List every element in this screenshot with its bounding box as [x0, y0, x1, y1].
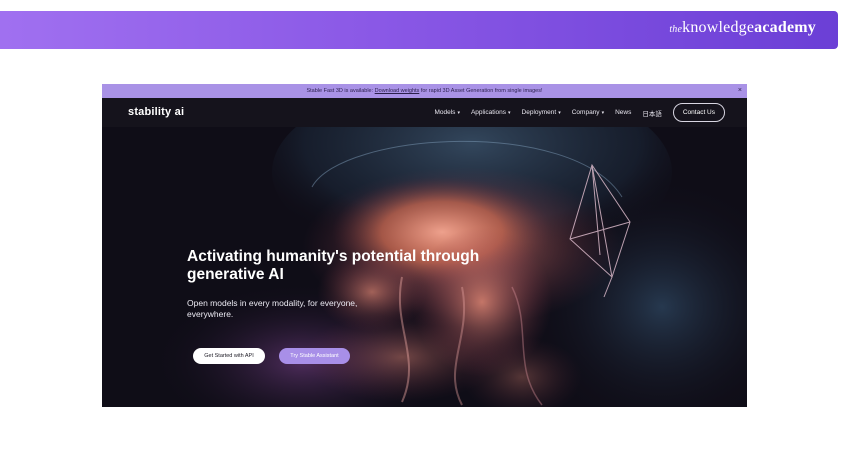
hero-subhead: Open models in every modality, for every… [187, 298, 358, 319]
try-stable-assistant-button[interactable]: Try Stable Assistant [279, 348, 350, 364]
brand-logo: theknowledgeacademy [669, 19, 816, 37]
nav-item-label: Applications [470, 109, 507, 116]
announcement-text: Stable Fast 3D is available: [306, 88, 375, 94]
brand-word-academy: academy [754, 19, 816, 36]
brand-prefix: the [669, 24, 683, 35]
nav-item-label: Company [571, 109, 600, 116]
nav-item-label: Models [434, 109, 456, 116]
chevron-down-icon: ▾ [457, 110, 460, 116]
site-logo[interactable]: stability ai [128, 106, 184, 118]
announcement-text-2: for rapid 3D Asset Generation from singl… [419, 88, 543, 94]
nav-item-news[interactable]: News [615, 109, 631, 116]
nav-menu: Models ▾ Applications ▾ Deployment ▾ Compan… [434, 98, 725, 127]
nav-item-deployment[interactable]: Deployment ▾ [522, 109, 561, 116]
announcement-link[interactable]: Download weights [375, 88, 420, 94]
close-icon[interactable]: × [738, 84, 742, 98]
chevron-down-icon: ▾ [508, 110, 511, 116]
website-screenshot: Stable Fast 3D is available: Download we… [102, 84, 747, 407]
brand-word-knowledge: knowledge [682, 19, 755, 36]
announcement-bar: Stable Fast 3D is available: Download we… [102, 84, 747, 98]
chevron-down-icon: ▾ [601, 110, 605, 116]
nav-item-applications[interactable]: Applications ▾ [471, 109, 511, 116]
contact-us-button[interactable]: Contact Us [672, 103, 725, 122]
hero-headline: Activating humanity's potential through … [187, 248, 480, 283]
hero-section: Activating humanity's potential through … [102, 127, 747, 407]
nav-item-label: Deployment [521, 109, 557, 116]
get-started-api-button[interactable]: Get Started with API [193, 348, 265, 364]
nav-item-models[interactable]: Models ▾ [434, 109, 459, 116]
site-nav: stability ai Models ▾ Applications ▾ Deplo… [102, 98, 747, 127]
language-link[interactable]: 日本語 [642, 108, 662, 118]
brand-banner: theknowledgeacademy [0, 11, 838, 49]
chevron-down-icon: ▾ [558, 110, 561, 116]
nav-item-company[interactable]: Company ▾ [572, 109, 604, 116]
